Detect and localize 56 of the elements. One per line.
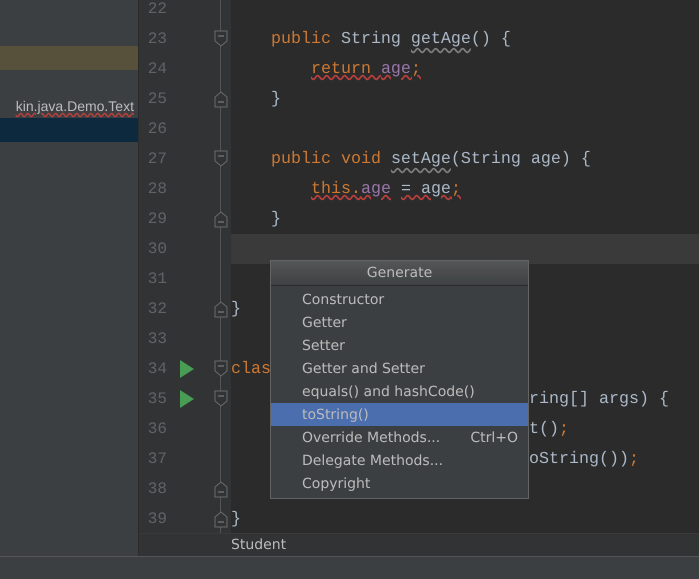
fold-end-icon[interactable] (214, 90, 228, 108)
fold-start-icon[interactable] (214, 360, 228, 378)
menu-item-label: equals() and hashCode() (302, 384, 475, 400)
popup-title: Generate (271, 261, 528, 286)
menu-item[interactable]: Constructor (271, 288, 528, 311)
code-text: } (270, 210, 281, 228)
code-text: t() (529, 420, 559, 438)
menu-item-label: Setter (302, 338, 345, 354)
shortcut-text: Ctrl+O (470, 430, 518, 446)
code-text: String (340, 30, 402, 48)
code-text: clas (231, 360, 271, 378)
code-text: (String age) { (450, 150, 591, 168)
code-text: ; (450, 180, 461, 198)
menu-item-label: Copyright (302, 476, 370, 492)
code-text: public (270, 30, 332, 48)
menu-item-label: Delegate Methods... (302, 452, 444, 468)
code-text: ; (559, 420, 569, 438)
menu-item[interactable]: Setter (271, 334, 528, 357)
code-text: = age (400, 180, 451, 198)
code-text: return (310, 60, 372, 78)
code-text: () { (470, 30, 511, 48)
code-text: age (380, 60, 411, 78)
menu-item-label: Getter (302, 314, 347, 330)
code-text: ; (410, 60, 421, 78)
menu-item[interactable]: Override Methods... Ctrl+O (271, 426, 528, 449)
code-text: ring[] args) { (529, 390, 669, 408)
fold-start-icon[interactable] (214, 150, 228, 168)
tree-item-label: kin.java.Demo.Text (16, 98, 134, 114)
run-icon[interactable] (180, 360, 194, 378)
code-text: ; (628, 450, 639, 468)
code-text: public void (270, 150, 382, 168)
menu-item-label: Override Methods... (302, 430, 440, 446)
code-text: } (231, 300, 241, 318)
menu-item[interactable]: Copyright (271, 472, 528, 495)
fold-end-icon[interactable] (214, 210, 228, 228)
fold-end-icon[interactable] (214, 480, 228, 498)
code-text: } (270, 90, 281, 108)
menu-item-label: toString() (302, 406, 369, 422)
fold-end-icon[interactable] (214, 300, 228, 318)
menu-item[interactable]: Getter (271, 311, 528, 334)
code-text: age (360, 180, 391, 198)
fold-start-icon[interactable] (214, 30, 228, 48)
code-text: } (231, 510, 241, 528)
code-text: setAge (390, 150, 451, 168)
code-text: getAge (410, 30, 471, 48)
code-text: oString()) (529, 450, 629, 468)
run-icon[interactable] (180, 390, 194, 408)
fold-start-icon[interactable] (214, 390, 228, 408)
menu-item-label: Constructor (302, 292, 384, 308)
fold-end-icon[interactable] (214, 510, 228, 528)
breadcrumb-item[interactable]: Student (231, 537, 286, 553)
menu-item[interactable]: equals() and hashCode() (271, 380, 528, 403)
menu-item[interactable]: Delegate Methods... (271, 449, 528, 472)
menu-item-label: Getter and Setter (302, 360, 425, 376)
menu-item[interactable]: Getter and Setter (271, 357, 528, 380)
code-text: this. (310, 180, 361, 198)
